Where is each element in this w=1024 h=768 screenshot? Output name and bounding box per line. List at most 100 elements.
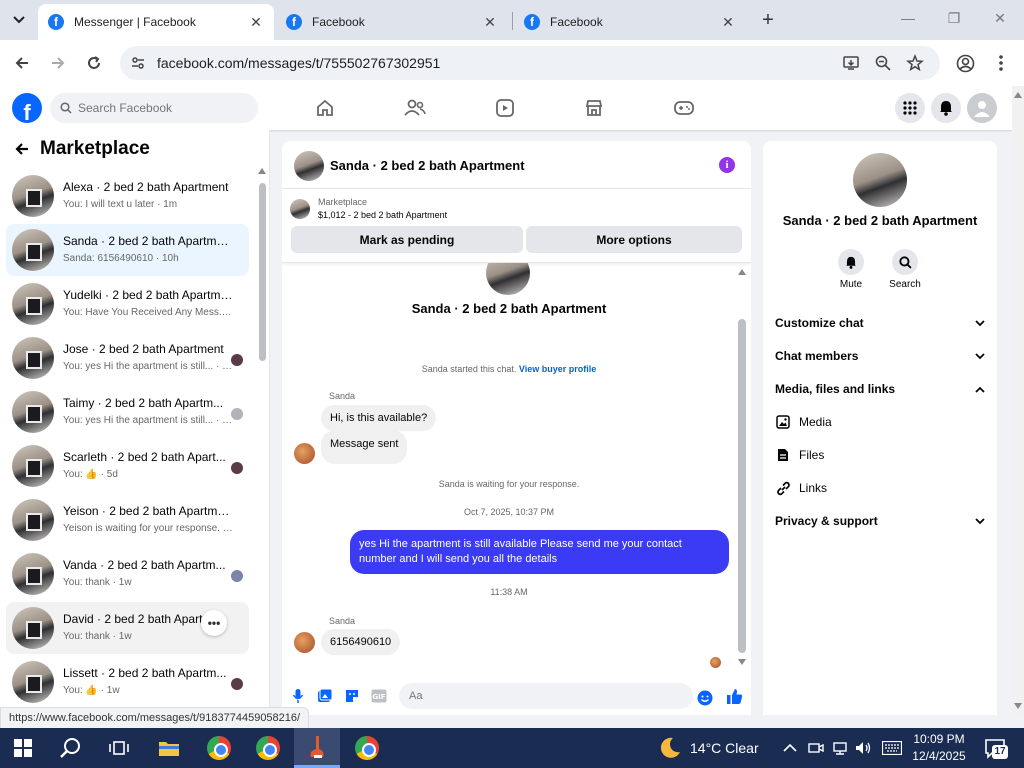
conversation-item[interactable]: Sanda · 2 bed 2 bath Apartment Sanda: 615… [6,224,249,276]
listing-thumbnail[interactable] [290,199,310,219]
customize-chat-section[interactable]: Customize chat [775,313,985,333]
tab-search-button[interactable] [6,8,32,32]
restore-window-button[interactable]: ❐ [944,10,964,27]
conversation-item[interactable]: Taimy · 2 bed 2 bath Apartm... You: yes H… [6,386,249,438]
close-window-button[interactable]: ✕ [990,10,1010,27]
more-options-button[interactable]: More options [526,226,742,253]
search-conversation-button[interactable]: Search [885,249,925,290]
weather-widget[interactable]: 14°C Clear [658,728,759,768]
links-item[interactable]: Links [775,480,827,496]
windows-logo-icon [14,739,32,757]
page-scrollbar[interactable] [1012,86,1024,715]
file-explorer-button[interactable] [146,728,192,768]
nav-friends[interactable] [403,96,427,120]
site-settings-icon[interactable] [130,55,146,71]
info-avatar[interactable] [853,153,907,207]
meet-now-icon[interactable] [808,740,824,756]
emoji-icon[interactable] [697,690,713,706]
attach-photo-button[interactable] [317,688,333,704]
scroll-up-icon[interactable] [738,269,746,275]
bookmark-star-icon[interactable] [906,54,924,72]
conversation-item[interactable]: Yeison · 2 bed 2 bath Apartment Yeison is… [6,494,249,546]
gif-button[interactable]: GIF [371,688,387,704]
mark-as-pending-button[interactable]: Mark as pending [291,226,523,253]
chat-title[interactable]: Sanda · 2 bed 2 bath Apartment [330,158,525,173]
tab-facebook-1[interactable]: f Facebook ✕ [276,4,508,40]
thumbs-up-icon[interactable] [726,688,743,705]
scroll-up-icon[interactable] [1014,92,1022,98]
conversation-options-button[interactable]: ••• [201,610,227,636]
chat-scrollbar-thumb[interactable] [738,319,746,653]
listing-price[interactable]: $1,012 - 2 bed 2 bath Apartment [318,210,447,220]
close-tab-icon[interactable]: ✕ [720,14,736,31]
conversation-info-icon[interactable]: i [719,157,735,173]
scroll-down-icon[interactable] [738,659,746,665]
chrome-taskbar-2[interactable] [245,728,291,768]
back-button[interactable] [11,52,33,74]
back-arrow-icon[interactable] [14,141,30,157]
taskbar-search-button[interactable] [48,728,94,768]
nav-video[interactable] [493,96,517,120]
sidebar-scrollbar-thumb[interactable] [259,183,266,361]
conversation-item[interactable]: Alexa · 2 bed 2 bath Apartment You: I wil… [6,170,249,222]
mute-button[interactable]: Mute [831,249,871,290]
sender-avatar[interactable] [294,443,315,464]
conversation-name: Jose · 2 bed 2 bath Apartment [63,342,224,356]
voice-clip-button[interactable] [290,688,306,704]
sender-avatar[interactable] [294,632,315,653]
facebook-logo-icon[interactable]: f [12,93,42,123]
tab-messenger[interactable]: f Messenger | Facebook ✕ [38,4,274,40]
network-icon[interactable] [832,740,848,756]
reload-button[interactable] [83,52,105,74]
zoom-icon[interactable] [874,54,892,72]
outgoing-message[interactable]: yes Hi the apartment is still available … [350,530,729,574]
nav-home[interactable] [313,96,337,120]
conversation-item[interactable]: Jose · 2 bed 2 bath Apartment You: yes Hi… [6,332,249,384]
scroll-down-icon[interactable] [1014,703,1022,709]
address-bar[interactable]: facebook.com/messages/t/755502767302951 [120,46,940,80]
install-app-icon[interactable] [842,54,860,72]
profile-icon[interactable] [956,54,975,73]
account-avatar[interactable] [967,93,997,123]
taskbar-clock[interactable]: 10:09 PM 12/4/2025 [908,731,970,765]
tab-facebook-2[interactable]: f Facebook ✕ [514,4,746,40]
incoming-message[interactable]: Hi, is this available? [321,405,437,431]
media-item[interactable]: Media [775,414,832,430]
browser-menu-icon[interactable] [998,54,1004,72]
media-files-links-section[interactable]: Media, files and links [775,379,985,399]
chrome-taskbar-1[interactable] [196,728,242,768]
active-app-taskbar[interactable] [294,728,340,768]
task-view-button[interactable] [96,728,142,768]
chevron-up-icon[interactable] [783,743,797,752]
keyboard-icon[interactable] [882,741,902,755]
close-tab-icon[interactable]: ✕ [248,14,264,31]
nav-marketplace[interactable] [582,96,606,120]
conversation-item[interactable]: Yudelki · 2 bed 2 bath Apartment You: Hav… [6,278,249,330]
conversation-item[interactable]: Scarleth · 2 bed 2 bath Apart... You: 👍 ·… [6,440,249,492]
view-buyer-profile-link[interactable]: View buyer profile [519,364,596,374]
volume-icon[interactable] [855,740,873,756]
new-tab-button[interactable]: + [758,10,778,30]
minimize-window-button[interactable]: — [898,10,918,26]
seen-avatar [231,570,243,582]
message-input[interactable] [399,683,659,709]
forward-button[interactable] [47,52,69,74]
incoming-message[interactable]: Message sent [321,430,408,464]
notifications-button[interactable] [931,93,961,123]
start-button[interactable] [0,728,46,768]
nav-gaming[interactable] [672,96,696,120]
files-item[interactable]: Files [775,447,824,463]
scroll-up-icon[interactable] [258,168,266,174]
chat-members-section[interactable]: Chat members [775,346,985,366]
chat-avatar[interactable] [294,151,324,181]
menu-button[interactable] [895,93,925,123]
conversation-item[interactable]: Lissett · 2 bed 2 bath Apartm... You: 👍 ·… [6,656,249,708]
close-tab-icon[interactable]: ✕ [482,14,498,31]
facebook-search-input[interactable] [78,101,238,115]
chrome-taskbar-3[interactable] [344,728,390,768]
conversation-item[interactable]: Vanda · 2 bed 2 bath Apartm... You: thank… [6,548,249,600]
incoming-message[interactable]: 6156490610 [321,629,401,655]
sticker-button[interactable] [344,688,360,704]
privacy-support-section[interactable]: Privacy & support [775,511,985,531]
facebook-search[interactable] [50,93,258,123]
